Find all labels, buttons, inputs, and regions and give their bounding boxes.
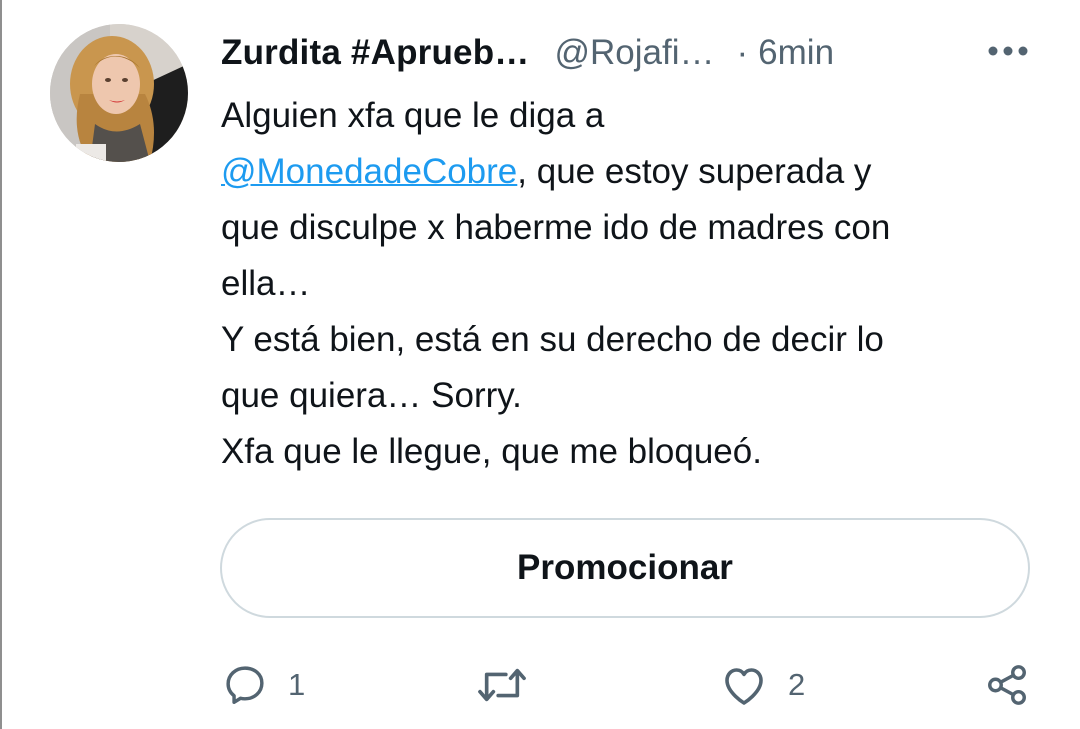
tweet-text: Alguien xfa que le diga a @MonedadeCobre… xyxy=(221,88,1041,480)
screen-edge-divider xyxy=(0,0,2,729)
promote-button[interactable]: Promocionar xyxy=(220,518,1030,618)
more-horizontal-icon xyxy=(988,46,1028,56)
mention-link[interactable]: @MonedadeCobre xyxy=(221,152,517,191)
heart-icon xyxy=(725,668,763,705)
retweet-button[interactable] xyxy=(475,655,549,715)
tweet-actions-bar: 1 2 xyxy=(0,655,1080,715)
share-button[interactable] xyxy=(984,655,1030,715)
avatar-image xyxy=(50,24,188,162)
like-button[interactable]: 2 xyxy=(720,655,805,715)
share-icon xyxy=(988,665,1026,705)
timestamp[interactable]: 6min xyxy=(758,33,834,73)
more-options-button[interactable] xyxy=(984,36,1032,66)
tweet-text-line: @MonedadeCobre, que estoy superada y xyxy=(221,152,872,191)
reply-icon xyxy=(226,666,264,704)
like-count: 2 xyxy=(788,667,806,702)
tweet-text-line: que quiera… Sorry. xyxy=(221,376,522,415)
tweet-header: Zurdita #Aprueb… @Rojafi… · 6min xyxy=(221,28,1041,78)
reply-count: 1 xyxy=(288,667,306,702)
separator-dot: · xyxy=(736,33,749,72)
user-handle[interactable]: @Rojafi… xyxy=(555,33,715,73)
retweet-icon xyxy=(478,668,526,702)
display-name[interactable]: Zurdita #Aprueb… xyxy=(221,33,530,73)
tweet-text-line: que disculpe x haberme ido de madres con xyxy=(221,208,891,247)
reply-button[interactable]: 1 xyxy=(222,655,305,715)
tweet-text-line: Y está bien, está en su derecho de decir… xyxy=(221,320,884,359)
tweet-text-line: Xfa que le llegue, que me bloqueó. xyxy=(221,432,762,471)
tweet-text-line: Alguien xfa que le diga a xyxy=(221,96,605,135)
tweet-text-line: ella… xyxy=(221,264,311,303)
avatar[interactable] xyxy=(50,24,188,162)
